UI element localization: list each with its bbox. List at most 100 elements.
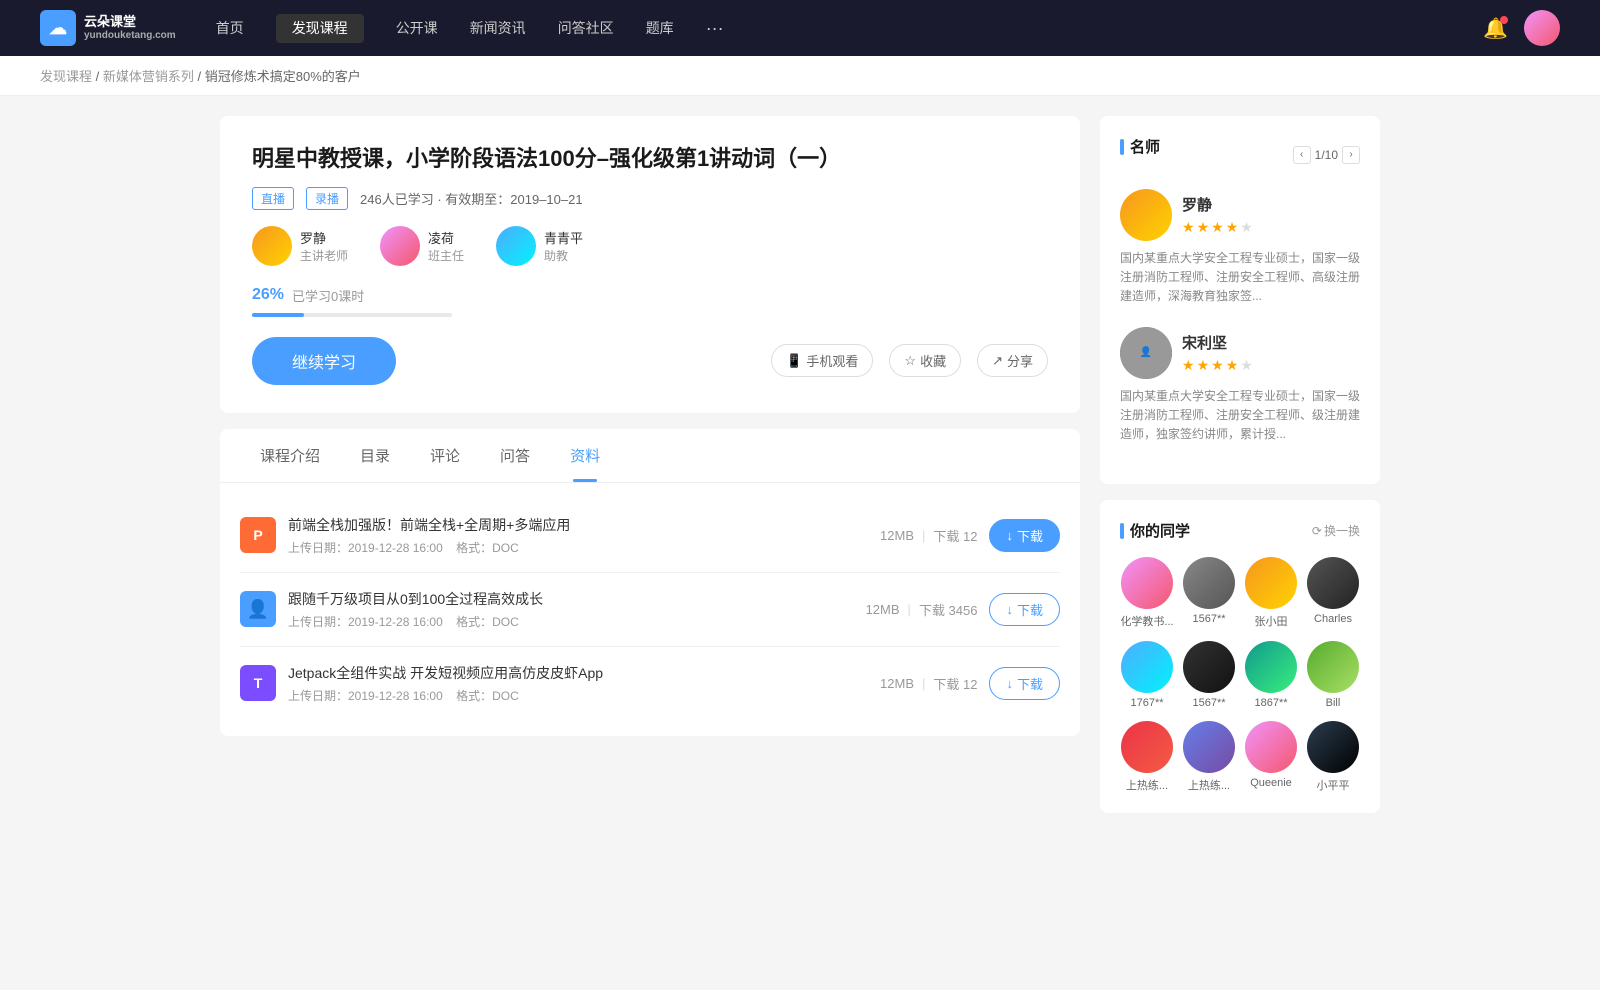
download-label-1: 下载 [1017,526,1043,545]
resource-title-1: 前端全栈加强版！前端全栈+全周期+多端应用 [288,515,805,535]
teacher-avatar-1 [252,226,292,266]
navbar: ☁ 云朵课堂 yundouketang.com 首页 发现课程 公开课 新闻资讯… [0,0,1600,56]
classmate-name-8: Bill [1326,697,1341,709]
badge-record: 录播 [306,187,348,210]
sidebar-teacher-2-header: 👤 宋利坚 ★ ★ ★ ★ ★ [1120,327,1360,379]
teachers-section-title: 名师 [1120,136,1160,157]
teacher-info-3: 青青平 助教 [544,228,583,264]
navbar-right: 🔔 [1483,10,1560,46]
classmate-9: 上热练... [1120,721,1174,793]
classmate-name-11: Queenie [1250,777,1292,789]
teacher-item-1: 罗静 主讲老师 [252,226,348,266]
classmates-card-header: 你的同学 ⟳ 换一换 [1120,520,1360,541]
resource-downloads-2: 下载 3456 [919,600,978,619]
nav-item-more[interactable]: ··· [706,14,724,43]
sidebar-teacher-2-info: 宋利坚 ★ ★ ★ ★ ★ [1182,332,1253,374]
download-button-1[interactable]: ↓ 下载 [989,519,1060,552]
sidebar-teacher-1-header: 罗静 ★ ★ ★ ★ ★ [1120,189,1360,241]
resource-meta-3: 上传日期：2019-12-28 16:00 格式：DOC [288,687,805,704]
teacher-avatar-3 [496,226,536,266]
breadcrumb-current: 销冠修炼术搞定80%的客户 [205,69,361,84]
classmate-name-9: 上热练... [1126,777,1168,793]
resource-title-3: Jetpack全组件实战 开发短视频应用高仿皮皮虾App [288,663,805,683]
user-avatar[interactable] [1524,10,1560,46]
download-button-2[interactable]: ↓ 下载 [989,593,1060,626]
nav-item-discover[interactable]: 发现课程 [276,14,364,43]
progress-fill [252,313,304,317]
classmate-4: Charles [1306,557,1360,629]
nav-item-home[interactable]: 首页 [216,14,244,43]
classmate-avatar-1[interactable] [1121,557,1173,609]
classmate-avatar-3[interactable] [1245,557,1297,609]
resource-meta-2: 上传日期：2019-12-28 16:00 格式：DOC [288,613,805,630]
breadcrumb: 发现课程 / 新媒体营销系列 / 销冠修炼术搞定80%的客户 [0,56,1600,96]
nav-item-news[interactable]: 新闻资讯 [470,14,526,43]
classmates-grid: 化学教书... 1567** 张小田 Charles 1767** [1120,557,1360,793]
sidebar-teacher-2-avatar: 👤 [1120,327,1172,379]
classmate-5: 1767** [1120,641,1174,709]
progress-header: 26% 已学习0课时 [252,286,1048,305]
share-label: 分享 [1007,351,1033,370]
classmate-name-3: 张小田 [1255,613,1288,629]
tab-catalog[interactable]: 目录 [340,429,410,482]
download-button-3[interactable]: ↓ 下载 [989,667,1060,700]
classmate-avatar-4[interactable] [1307,557,1359,609]
classmate-avatar-7[interactable] [1245,641,1297,693]
resource-info-2: 跟随千万级项目从0到100全过程高效成长 上传日期：2019-12-28 16:… [288,589,805,630]
nav-item-quiz[interactable]: 题库 [646,14,674,43]
classmate-avatar-2[interactable] [1183,557,1235,609]
sidebar-teacher-1-name: 罗静 [1182,194,1253,215]
teacher-name-3: 青青平 [544,228,583,247]
pagination-prev[interactable]: ‹ [1293,146,1311,164]
classmate-avatar-12[interactable] [1307,721,1359,773]
resource-size-1: 12MB [880,528,914,543]
course-title: 明星中教授课，小学阶段语法100分–强化级第1讲动词（一） [252,144,1048,175]
teachers-card: 名师 ‹ 1/10 › 罗静 ★ ★ ★ [1100,116,1380,484]
content-left: 明星中教授课，小学阶段语法100分–强化级第1讲动词（一） 直播 录播 246人… [220,116,1080,829]
favorite-button[interactable]: ☆ 收藏 [889,344,961,377]
classmate-avatar-8[interactable] [1307,641,1359,693]
breadcrumb-discover[interactable]: 发现课程 [40,69,92,84]
sidebar-teacher-2-desc: 国内某重点大学安全工程专业硕士，国家一级注册消防工程师、注册安全工程师、级注册建… [1120,387,1360,445]
download-label-2: 下载 [1017,600,1043,619]
refresh-classmates-button[interactable]: ⟳ 换一换 [1312,522,1360,539]
tab-qa[interactable]: 问答 [480,429,550,482]
resource-icon-2: 👤 [240,591,276,627]
download-icon-3: ↓ [1006,676,1013,691]
nav-item-qa[interactable]: 问答社区 [558,14,614,43]
tab-review[interactable]: 评论 [410,429,480,482]
classmate-avatar-11[interactable] [1245,721,1297,773]
teacher-role-3: 助教 [544,247,583,264]
share-button[interactable]: ↗ 分享 [977,344,1048,377]
classmate-3: 张小田 [1244,557,1298,629]
breadcrumb-series[interactable]: 新媒体营销系列 [103,69,194,84]
sidebar-teacher-2-stars: ★ ★ ★ ★ ★ [1182,357,1253,374]
teacher-info-2: 凌荷 班主任 [428,228,464,264]
teachers-pagination: ‹ 1/10 › [1293,146,1360,164]
classmate-avatar-6[interactable] [1183,641,1235,693]
classmate-name-5: 1767** [1130,697,1163,709]
pagination-next[interactable]: › [1342,146,1360,164]
download-icon-1: ↓ [1006,528,1013,543]
classmate-avatar-5[interactable] [1121,641,1173,693]
resource-info-1: 前端全栈加强版！前端全栈+全周期+多端应用 上传日期：2019-12-28 16… [288,515,805,556]
mobile-watch-button[interactable]: 📱 手机观看 [771,344,873,377]
bell-icon[interactable]: 🔔 [1483,16,1508,41]
tab-intro[interactable]: 课程介绍 [240,429,340,482]
nav-item-open[interactable]: 公开课 [396,14,438,43]
tab-resources[interactable]: 资料 [550,429,620,482]
continue-learning-button[interactable]: 继续学习 [252,337,396,385]
teacher-role-1: 主讲老师 [300,247,348,264]
classmate-7: 1867** [1244,641,1298,709]
teacher-name-2: 凌荷 [428,228,464,247]
classmate-1: 化学教书... [1120,557,1174,629]
logo[interactable]: ☁ 云朵课堂 yundouketang.com [40,10,176,46]
teacher-info-1: 罗静 主讲老师 [300,228,348,264]
classmate-avatar-9[interactable] [1121,721,1173,773]
mobile-watch-label: 手机观看 [806,351,858,370]
classmate-avatar-10[interactable] [1183,721,1235,773]
resource-item-2: 👤 跟随千万级项目从0到100全过程高效成长 上传日期：2019-12-28 1… [240,573,1060,647]
sidebar-teacher-2-name: 宋利坚 [1182,332,1253,353]
refresh-icon: ⟳ [1312,524,1322,538]
classmate-name-2: 1567** [1192,613,1225,625]
